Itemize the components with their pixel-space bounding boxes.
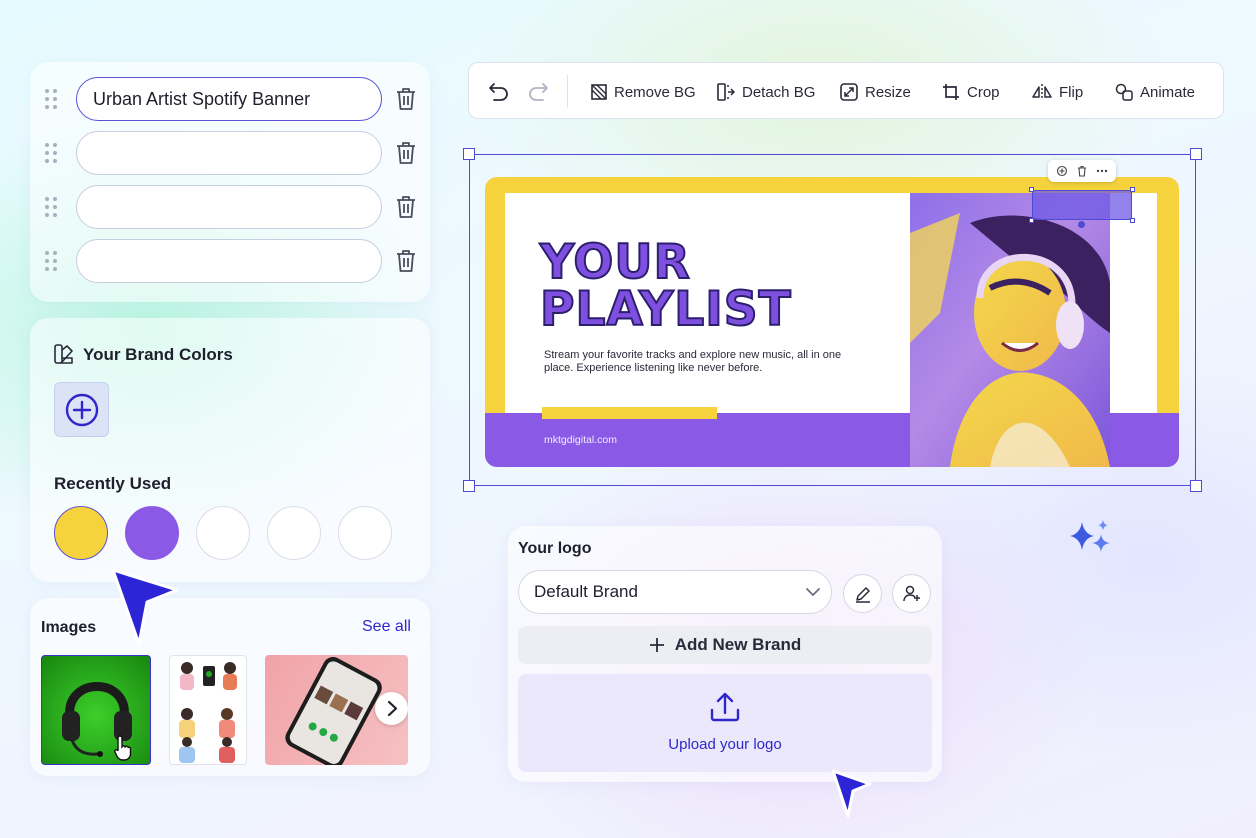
selected-logo-placeholder[interactable] [1029, 187, 1135, 228]
add-new-brand-button[interactable]: Add New Brand [518, 626, 932, 664]
resize-label: Resize [865, 83, 911, 101]
crop-label: Crop [967, 83, 1000, 101]
flip-button[interactable]: Flip [1032, 81, 1083, 103]
image-thumb-phone[interactable] [265, 655, 408, 765]
title-row [44, 239, 424, 283]
title-row: Urban Artist Spotify Banner [44, 77, 424, 121]
plus-icon [649, 638, 664, 652]
title-fields-panel: Urban Artist Spotify Banner [30, 62, 430, 302]
resize-handle[interactable] [463, 480, 475, 492]
color-swatch-empty[interactable] [267, 506, 321, 560]
pencil-icon [856, 587, 870, 603]
trash-icon[interactable] [394, 194, 418, 220]
remove-bg-icon [591, 84, 607, 100]
resize-button[interactable]: Resize [840, 81, 911, 103]
palette-icon [54, 344, 73, 364]
logo-panel: Your logo Default Brand Add New Brand Up… [508, 526, 942, 782]
carousel-next-button[interactable] [375, 692, 408, 725]
banner-subline[interactable]: Stream your favorite tracks and explore … [544, 349, 844, 375]
trash-icon[interactable] [394, 140, 418, 166]
chevron-down-icon [806, 588, 820, 597]
arrow-cursor-icon [831, 769, 872, 818]
drag-handle-icon[interactable] [44, 143, 58, 163]
spotify-banner[interactable]: YOUR PLAYLIST Stream your favorite track… [485, 177, 1179, 467]
chevron-right-icon [387, 700, 398, 717]
title-input[interactable] [76, 239, 382, 283]
woman-headphones-photo [910, 193, 1110, 467]
color-swatch-purple[interactable] [125, 506, 179, 560]
duplicate-icon[interactable] [1056, 165, 1068, 177]
animate-button[interactable]: Animate [1115, 81, 1195, 103]
trash-icon[interactable] [394, 248, 418, 274]
title-row [44, 131, 424, 175]
remove-bg-button[interactable]: Remove BG [591, 81, 696, 103]
banner-url[interactable]: mktgdigital.com [544, 434, 617, 446]
brand-select[interactable]: Default Brand [518, 570, 832, 614]
resize-icon [840, 83, 858, 101]
element-mini-toolbar [1048, 160, 1116, 182]
add-user-icon [903, 585, 920, 602]
upload-icon [710, 692, 740, 722]
title-input[interactable] [76, 185, 382, 229]
animate-label: Animate [1140, 83, 1196, 101]
banner-photo-woman-headphones[interactable] [910, 193, 1110, 467]
detach-bg-label: Detach BG [742, 83, 816, 101]
remove-bg-label: Remove BG [614, 83, 696, 101]
banner-yellow-bar [542, 407, 717, 419]
brand-colors-panel: Your Brand Colors Recently Used [30, 318, 430, 582]
add-brand-color-button[interactable] [54, 382, 109, 437]
drag-handle-icon[interactable] [44, 89, 58, 109]
title-row [44, 185, 424, 229]
banner-headline-line2[interactable]: PLAYLIST [539, 281, 792, 338]
people-illustration [179, 662, 237, 763]
resize-handle[interactable] [1130, 187, 1135, 192]
resize-handle[interactable] [1029, 187, 1034, 192]
plus-circle-icon [65, 393, 99, 427]
color-swatch-yellow[interactable] [54, 506, 108, 560]
crop-icon [943, 84, 959, 100]
color-swatch-empty[interactable] [196, 506, 250, 560]
crop-button[interactable]: Crop [942, 81, 1000, 103]
rotate-handle[interactable] [1078, 221, 1085, 228]
upload-logo-dropzone[interactable]: Upload your logo [518, 674, 932, 772]
resize-handle[interactable] [1190, 148, 1202, 160]
title-input[interactable]: Urban Artist Spotify Banner [76, 77, 382, 121]
editor-toolbar: Remove BG Detach BG Resize Crop Flip Ani… [468, 62, 1224, 119]
animate-icon [1115, 83, 1133, 101]
flip-icon [1032, 84, 1052, 100]
images-panel: Images See all [30, 598, 430, 776]
add-user-button[interactable] [892, 574, 931, 613]
arrow-cursor-icon [111, 568, 179, 646]
title-input[interactable] [76, 131, 382, 175]
detach-bg-icon [717, 83, 735, 101]
color-swatch-empty[interactable] [338, 506, 392, 560]
images-title: Images [41, 619, 97, 636]
brand-select-value: Default Brand [534, 582, 638, 601]
redo-icon[interactable] [527, 81, 549, 101]
drag-handle-icon[interactable] [44, 251, 58, 271]
delete-element-icon[interactable] [1076, 165, 1088, 177]
edit-brand-button[interactable] [843, 574, 882, 613]
see-all-link[interactable]: See all [362, 618, 411, 636]
add-new-brand-label: Add New Brand [674, 635, 802, 654]
sparkle-icon [1070, 520, 1110, 552]
trash-icon[interactable] [394, 86, 418, 112]
brand-colors-title: Your Brand Colors [83, 345, 233, 364]
recently-used-title: Recently Used [54, 474, 172, 493]
logo-title: Your logo [518, 540, 592, 557]
resize-handle[interactable] [1190, 480, 1202, 492]
undo-icon[interactable] [488, 81, 510, 101]
resize-handle[interactable] [1130, 218, 1135, 223]
resize-handle[interactable] [463, 148, 475, 160]
detach-bg-button[interactable]: Detach BG [717, 81, 815, 103]
hand-cursor-icon [114, 735, 132, 761]
image-thumb-people[interactable] [169, 655, 247, 765]
flip-label: Flip [1059, 83, 1084, 101]
drag-handle-icon[interactable] [44, 197, 58, 217]
resize-handle[interactable] [1029, 218, 1034, 223]
upload-logo-label: Upload your logo [668, 736, 782, 753]
more-options-icon[interactable] [1096, 165, 1108, 177]
toolbar-divider [567, 75, 568, 108]
